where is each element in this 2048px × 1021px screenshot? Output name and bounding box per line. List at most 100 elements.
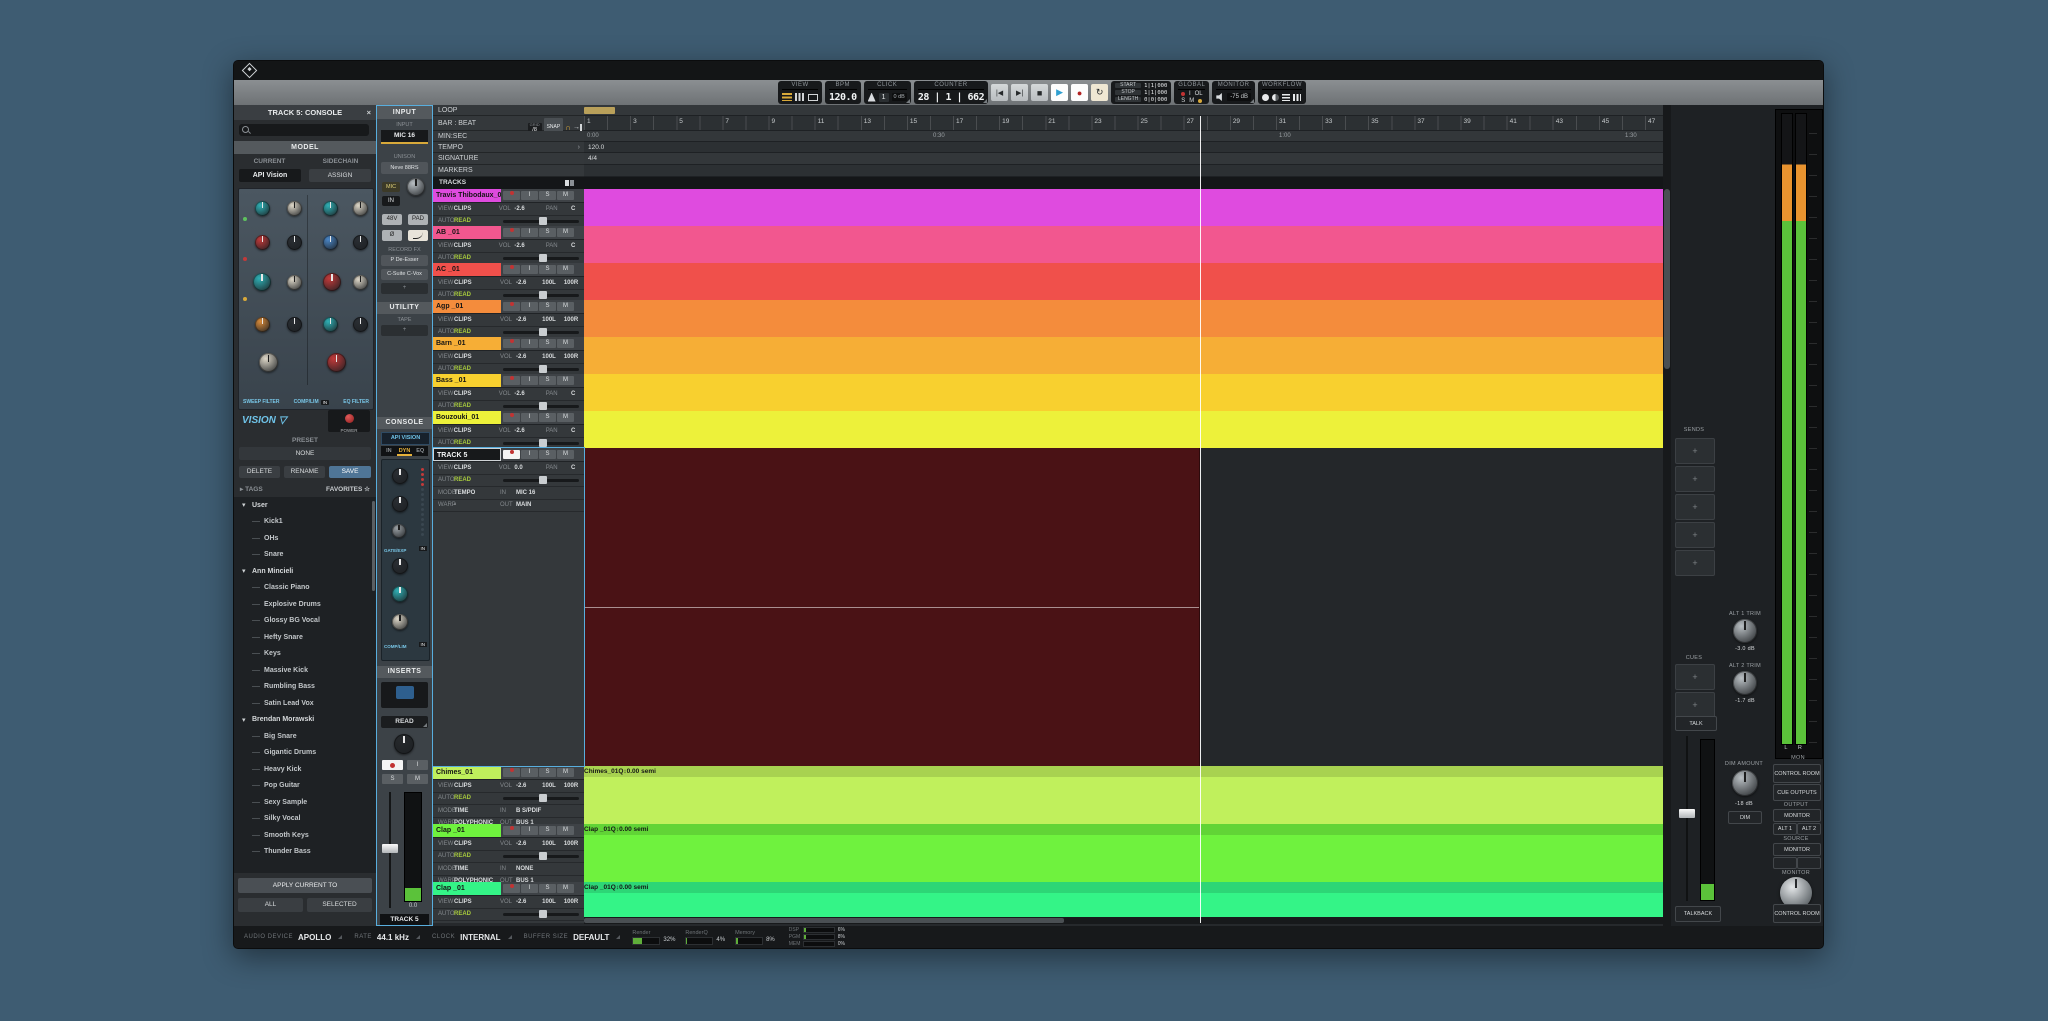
solo-button[interactable]: S xyxy=(539,302,556,311)
input-monitor-button[interactable]: I xyxy=(521,826,538,835)
preset-item[interactable]: Smooth Keys xyxy=(234,827,376,844)
skip-back-button[interactable]: |◀ xyxy=(991,84,1008,101)
solo-button[interactable]: S xyxy=(539,413,556,422)
automation-mode-select[interactable]: READ xyxy=(454,795,498,801)
record-button[interactable]: ● xyxy=(1071,84,1088,101)
volume-value[interactable]: -2.6 xyxy=(514,206,536,212)
view-mode-select[interactable]: CLIPS xyxy=(454,354,498,360)
view-mode-select[interactable]: CLIPS xyxy=(454,428,497,434)
input-value[interactable]: NONE xyxy=(516,866,533,872)
pad-button[interactable]: PAD xyxy=(408,214,428,225)
send-slot[interactable]: + xyxy=(1675,522,1715,548)
tree-scrollbar[interactable] xyxy=(372,501,375,591)
counter-value[interactable]: 28 | 1 | 662 xyxy=(918,92,984,103)
ruler-bar-beat-label[interactable]: BAR : BEATGRID/8SNAP∩→ xyxy=(433,116,584,131)
ruler-markers-label[interactable]: MARKERS xyxy=(433,165,584,177)
mute-button[interactable]: M xyxy=(557,191,574,200)
automation-mode-select[interactable]: READ xyxy=(454,292,498,298)
preset-search-input[interactable] xyxy=(239,124,369,136)
preset-item[interactable]: Sexy Sample xyxy=(234,794,376,811)
volume-value[interactable]: -2.6 xyxy=(516,280,538,286)
knob[interactable] xyxy=(287,317,302,332)
mono-button[interactable] xyxy=(1773,857,1797,869)
volume-value[interactable]: -2.6 xyxy=(514,428,536,434)
ruler-min-sec-lane[interactable]: 0:301:001:300:00 xyxy=(584,131,1663,142)
volume-value[interactable]: 0.0 xyxy=(514,465,536,471)
record-arm-button[interactable] xyxy=(503,191,520,200)
pan-knob[interactable] xyxy=(394,734,414,754)
control-room-button[interactable]: CONTROL ROOM xyxy=(1773,764,1821,783)
track-lane[interactable]: Chimes_01Q↕0.00 semi xyxy=(584,766,1663,824)
mute-button[interactable]: M xyxy=(557,302,574,311)
pan-label[interactable]: PAN xyxy=(541,465,563,471)
mute-button[interactable]: M xyxy=(557,450,574,459)
record-arm-button[interactable] xyxy=(503,826,520,835)
knob[interactable] xyxy=(392,558,408,574)
output-value[interactable]: MAIN xyxy=(516,502,531,508)
pan-value[interactable]: C xyxy=(562,428,584,434)
input-monitor-button[interactable]: I xyxy=(521,376,538,385)
global-ol-button[interactable]: OL xyxy=(1195,91,1203,97)
mute-button[interactable]: M xyxy=(407,774,428,784)
hp-filter-button[interactable] xyxy=(408,230,428,241)
pan-slider[interactable] xyxy=(503,855,579,858)
ruler-markers-lane[interactable] xyxy=(584,165,1663,177)
pan-slider[interactable] xyxy=(503,479,579,482)
mute-button[interactable]: M xyxy=(557,884,574,893)
volume-value[interactable]: -2.6 xyxy=(514,243,536,249)
automation-mode-select[interactable]: READ xyxy=(454,329,498,335)
dim-amount-knob[interactable] xyxy=(1732,770,1758,796)
solo-button[interactable]: S xyxy=(539,339,556,348)
view-grid-icon[interactable] xyxy=(795,93,805,101)
snap-to-grid-icon[interactable]: → xyxy=(573,124,582,131)
automation-mode-select[interactable]: READ xyxy=(454,403,498,409)
pan-label[interactable]: PAN xyxy=(541,391,563,397)
monitor-group[interactable]: MONITOR -75 dB xyxy=(1212,81,1255,104)
preset-item[interactable]: Big Snare xyxy=(234,728,376,745)
knob[interactable] xyxy=(323,235,338,250)
clip-header[interactable]: Clap _01Q↕0.00 semi xyxy=(584,882,1663,893)
clip-header[interactable]: Chimes_01Q↕0.00 semi xyxy=(584,766,1663,777)
fader-cap[interactable] xyxy=(382,844,398,853)
pan-slider[interactable] xyxy=(503,368,579,371)
input-monitor-button[interactable]: I xyxy=(521,265,538,274)
input-value[interactable]: B S/PDIF xyxy=(516,808,541,814)
alt2-trim-knob[interactable] xyxy=(1733,671,1757,695)
record-arm-button[interactable] xyxy=(503,228,520,237)
record-arm-button[interactable] xyxy=(382,760,403,770)
record-arm-button[interactable] xyxy=(503,413,520,422)
view-mode-select[interactable]: CLIPS xyxy=(454,841,498,847)
knob[interactable] xyxy=(255,201,270,216)
clip-header[interactable]: Clap _01Q↕0.00 semi xyxy=(584,824,1663,835)
volume-value[interactable]: -2.6 xyxy=(516,841,538,847)
mute-button[interactable]: M xyxy=(557,413,574,422)
solo-button[interactable]: S xyxy=(539,450,556,459)
track-lane[interactable] xyxy=(584,189,1663,226)
input-monitor-button[interactable]: I xyxy=(521,884,538,893)
ruler-tempo-label[interactable]: TEMPO› xyxy=(433,142,584,153)
preset-item[interactable]: Heavy Kick xyxy=(234,761,376,778)
track-name-row[interactable]: Bouzouki_01ISM xyxy=(433,411,584,425)
tags-toggle[interactable]: ▸ TAGS xyxy=(240,485,263,493)
mode-value[interactable]: TIME xyxy=(454,808,498,814)
record-arm-button[interactable] xyxy=(503,884,520,893)
view-mode-select[interactable]: CLIPS xyxy=(454,899,498,905)
insert-slot[interactable] xyxy=(381,682,428,708)
track-name[interactable]: Clap _01 xyxy=(433,824,501,837)
knob[interactable] xyxy=(327,353,346,372)
cue-outputs-button[interactable]: CUE OUTPUTS xyxy=(1773,784,1821,801)
save-button[interactable]: SAVE xyxy=(329,466,371,478)
v-scrollbar-thumb[interactable] xyxy=(1664,189,1670,369)
preset-item[interactable]: Rumbling Bass xyxy=(234,679,376,696)
tab-dyn[interactable]: DYN xyxy=(397,446,413,456)
ruler-signature-label[interactable]: SIGNATURE xyxy=(433,153,584,165)
knob[interactable] xyxy=(323,317,338,332)
track-name[interactable]: Bouzouki_01 xyxy=(433,411,501,424)
preset-item[interactable]: Thunder Bass xyxy=(234,844,376,861)
talkback-button[interactable]: TALKBACK xyxy=(1675,906,1721,922)
control-room-bottom-button[interactable]: CONTROL ROOM xyxy=(1773,904,1821,923)
track-lane[interactable] xyxy=(584,337,1663,374)
send-slot[interactable]: + xyxy=(1675,550,1715,576)
preset-item[interactable]: Gigantic Drums xyxy=(234,745,376,762)
gate-in-button[interactable]: IN xyxy=(419,546,428,551)
